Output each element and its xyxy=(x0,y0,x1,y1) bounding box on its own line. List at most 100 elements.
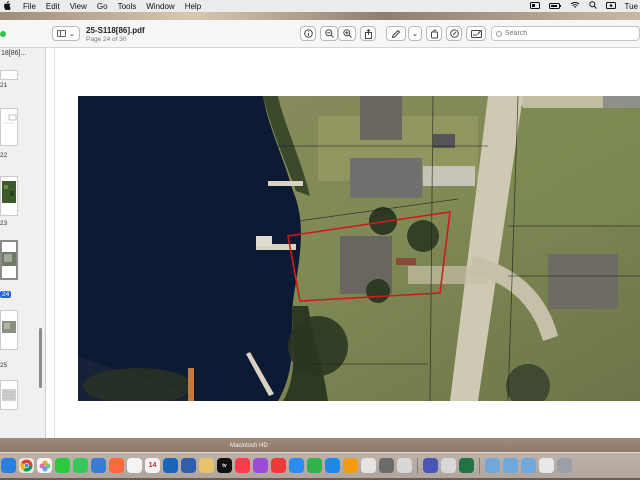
preview-document-icon[interactable] xyxy=(441,458,456,473)
search-input[interactable] xyxy=(505,30,625,37)
dock: 14 tv xyxy=(0,452,640,478)
page-thumbnail-label: 23 xyxy=(0,220,8,227)
news-icon[interactable] xyxy=(271,458,286,473)
chevron-down-icon: ⌄ xyxy=(411,29,419,38)
zoom-in-button[interactable] xyxy=(338,26,356,41)
menu-view[interactable]: View xyxy=(70,2,87,11)
window-zoom-button[interactable] xyxy=(0,31,6,37)
sidebar-toggle-button[interactable]: ⌄ xyxy=(52,26,80,41)
page-thumbnail[interactable] xyxy=(0,70,18,80)
messages-icon[interactable] xyxy=(73,458,88,473)
document-title: 25-S118[86].pdf xyxy=(86,26,145,35)
sidebar-document-name[interactable]: 18[86]... xyxy=(0,50,26,57)
system-settings-icon[interactable] xyxy=(379,458,394,473)
control-center-icon[interactable] xyxy=(529,1,540,11)
battery-icon[interactable] xyxy=(548,2,561,11)
menu-go[interactable]: Go xyxy=(97,2,108,11)
window-toolbar: ⌄ 25-S118[86].pdf Page 24 of 30 ⌄ xyxy=(0,20,640,48)
aerial-parcel-image xyxy=(78,96,640,401)
apple-tv-icon[interactable]: tv xyxy=(217,458,232,473)
preview-icon[interactable] xyxy=(361,458,376,473)
menubar-clock[interactable]: Tue xyxy=(625,2,639,11)
excel-icon[interactable] xyxy=(459,458,474,473)
document-view[interactable] xyxy=(46,48,640,438)
search-icon xyxy=(496,30,502,37)
page-thumbnail-label: 25 xyxy=(0,362,8,369)
markup-pen-button[interactable] xyxy=(386,26,406,41)
user-switch-icon[interactable] xyxy=(605,1,616,11)
folder-icon[interactable] xyxy=(485,458,500,473)
notes-icon[interactable] xyxy=(199,458,214,473)
preview-window: ⌄ 25-S118[86].pdf Page 24 of 30 ⌄ Search… xyxy=(0,20,640,438)
spotlight-icon[interactable] xyxy=(588,1,597,11)
page-thumbnail-label: 22 xyxy=(0,152,8,159)
recent-document-icon[interactable] xyxy=(539,458,554,473)
thumbnail-preview xyxy=(2,252,16,266)
numbers-icon[interactable] xyxy=(307,458,322,473)
sidebar-scrollbar[interactable] xyxy=(39,328,42,388)
dock-separator xyxy=(417,457,418,474)
zoom-out-button[interactable] xyxy=(320,26,338,41)
sidebar-icon xyxy=(56,30,66,37)
documents-folder-icon[interactable] xyxy=(503,458,518,473)
search-field[interactable] xyxy=(491,26,640,41)
page-indicator: Page 24 of 30 xyxy=(86,36,127,43)
desktop-wallpaper xyxy=(0,12,640,20)
page-thumbnail-selected[interactable] xyxy=(0,240,18,280)
page-thumbnail[interactable] xyxy=(0,176,18,216)
form-fill-button[interactable] xyxy=(466,26,486,41)
menu-edit[interactable]: Edit xyxy=(46,2,60,11)
info-icon xyxy=(303,29,313,38)
page-thumbnail[interactable] xyxy=(0,380,18,410)
photos-app-icon[interactable] xyxy=(109,458,124,473)
page-thumbnail[interactable] xyxy=(0,108,18,146)
page-thumbnail-label: 24 xyxy=(0,291,12,298)
page-thumbnail-label: 21 xyxy=(0,82,8,89)
wifi-icon[interactable] xyxy=(570,1,580,11)
form-fill-icon xyxy=(470,30,482,38)
zoom-in-icon xyxy=(342,29,352,38)
thumbnail-preview xyxy=(3,114,17,124)
podcasts-icon[interactable] xyxy=(253,458,268,473)
menu-tools[interactable]: Tools xyxy=(118,2,137,11)
share-icon xyxy=(364,28,372,39)
finder-icon[interactable] xyxy=(1,458,16,473)
pen-icon xyxy=(391,29,401,38)
rotate-icon xyxy=(430,29,438,38)
thumbnail-preview xyxy=(2,389,16,401)
desktop-disk-label[interactable]: Macintosh HD xyxy=(230,443,268,449)
rotate-button[interactable] xyxy=(426,26,442,41)
menu-file[interactable]: File xyxy=(23,2,36,11)
zoom-out-icon xyxy=(324,29,334,38)
downloads-folder-icon[interactable] xyxy=(521,458,536,473)
teams-icon[interactable] xyxy=(423,458,438,473)
page-thumbnail[interactable] xyxy=(0,310,18,350)
facetime-icon[interactable] xyxy=(55,458,70,473)
calendar-icon[interactable]: 14 xyxy=(145,458,160,473)
highlight-button[interactable] xyxy=(446,26,462,41)
photos-icon[interactable] xyxy=(37,458,52,473)
highlight-icon xyxy=(449,29,459,38)
chevron-down-icon: ⌄ xyxy=(68,29,76,38)
outlook-icon[interactable] xyxy=(163,458,178,473)
reminders-icon[interactable] xyxy=(127,458,142,473)
info-button[interactable] xyxy=(300,26,316,41)
word-icon[interactable] xyxy=(181,458,196,473)
apple-menu-icon[interactable] xyxy=(3,0,13,12)
share-button[interactable] xyxy=(360,26,376,41)
music-icon[interactable] xyxy=(235,458,250,473)
menu-window[interactable]: Window xyxy=(146,2,174,11)
keynote-icon[interactable] xyxy=(289,458,304,473)
mail-icon[interactable] xyxy=(91,458,106,473)
menu-bar: File Edit View Go Tools Window Help Tue xyxy=(0,0,640,12)
markup-menu-button[interactable]: ⌄ xyxy=(408,26,422,41)
thumbnail-sidebar: 18[86]... 21 22 23 24 25 xyxy=(0,48,46,438)
dock-separator xyxy=(479,457,480,474)
app-store-icon[interactable] xyxy=(325,458,340,473)
pages-icon[interactable] xyxy=(343,458,358,473)
chrome-icon[interactable] xyxy=(19,458,34,473)
menu-help[interactable]: Help xyxy=(185,2,201,11)
trash-icon[interactable] xyxy=(557,458,572,473)
image-capture-icon[interactable] xyxy=(397,458,412,473)
thumbnail-preview xyxy=(2,321,16,333)
